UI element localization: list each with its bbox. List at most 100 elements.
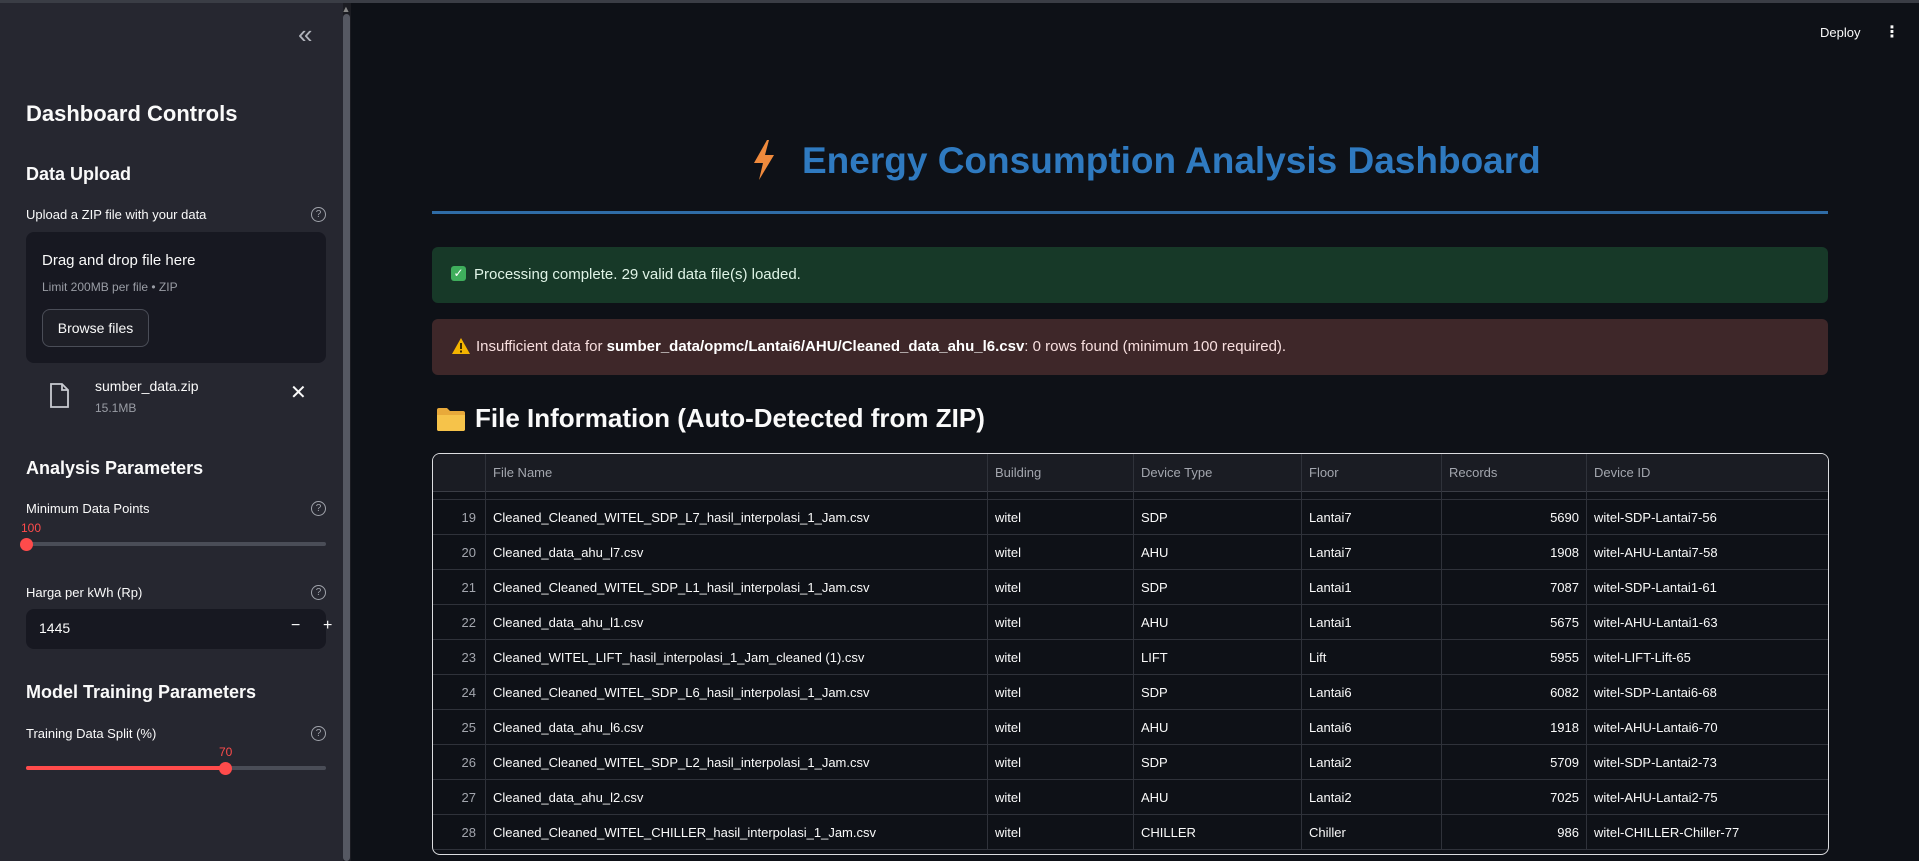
column-header-records[interactable]: Records (1442, 454, 1587, 492)
cell-floor[interactable]: Lantai7 (1302, 535, 1442, 570)
cell-records[interactable]: 5690 (1442, 500, 1587, 535)
column-header-floor[interactable]: Floor (1302, 454, 1442, 492)
cell-records[interactable]: 5955 (1442, 640, 1587, 675)
row-index[interactable]: 19 (433, 500, 486, 535)
cell-device-id[interactable]: witel-AHU-Lantai2-75 (1587, 780, 1828, 815)
cell-floor[interactable]: Lantai6 (1302, 675, 1442, 710)
table-row[interactable]: 19 Cleaned_Cleaned_WITEL_SDP_L7_hasil_int… (433, 500, 1828, 535)
training-split-slider[interactable] (26, 766, 326, 770)
cell-file-name[interactable]: Cleaned_Cleaned_WITEL_SDP_L7_hasil_inter… (486, 500, 988, 535)
cell-building[interactable]: witel (988, 640, 1134, 675)
cell-device-id[interactable]: witel-CHILLER-Chiller-77 (1587, 815, 1828, 850)
help-icon[interactable]: ? (311, 207, 326, 222)
cell-device-id[interactable]: witel-SDP-Lantai1-61 (1587, 570, 1828, 605)
help-icon[interactable]: ? (311, 726, 326, 741)
cell-file-name[interactable]: Cleaned_WITEL_LIFT_hasil_interpolasi_1_J… (486, 640, 988, 675)
cell-file-name[interactable]: Cleaned_data_ahu_l1.csv (486, 605, 988, 640)
help-icon[interactable]: ? (311, 501, 326, 516)
cell-records[interactable]: 1908 (1442, 535, 1587, 570)
cell-building[interactable]: witel (988, 745, 1134, 780)
row-index[interactable]: 20 (433, 535, 486, 570)
row-index[interactable]: 25 (433, 710, 486, 745)
table-row[interactable]: 25 Cleaned_data_ahu_l6.csv witel AHU Lantai6… (433, 710, 1828, 745)
cell-file-name[interactable]: Cleaned_Cleaned_WITEL_SDP_L1_hasil_inter… (486, 570, 988, 605)
cell-records[interactable]: 6082 (1442, 675, 1587, 710)
cell-device-type[interactable]: AHU (1134, 780, 1302, 815)
cell-device-type[interactable]: SDP (1134, 745, 1302, 780)
cell-floor[interactable]: Chiller (1302, 815, 1442, 850)
cell-building[interactable]: witel (988, 815, 1134, 850)
cell-device-type[interactable]: CHILLER (1134, 815, 1302, 850)
file-info-table[interactable]: File Name Building Device Type Floor Rec… (432, 453, 1829, 855)
cell-device-id[interactable]: witel-SDP-Lantai2-73 (1587, 745, 1828, 780)
decrement-button[interactable]: − (291, 617, 300, 635)
min-data-points-slider-handle[interactable] (20, 538, 33, 551)
cell-records[interactable]: 986 (1442, 815, 1587, 850)
help-icon[interactable]: ? (311, 585, 326, 600)
row-index[interactable]: 26 (433, 745, 486, 780)
deploy-button[interactable]: Deploy (1820, 25, 1860, 40)
cell-device-id[interactable]: witel-AHU-Lantai1-63 (1587, 605, 1828, 640)
cell-records[interactable]: 5675 (1442, 605, 1587, 640)
cell-device-id[interactable]: witel-LIFT-Lift-65 (1587, 640, 1828, 675)
table-row[interactable]: 27 Cleaned_data_ahu_l2.csv witel AHU Lantai2… (433, 780, 1828, 815)
cell-device-type[interactable]: AHU (1134, 605, 1302, 640)
cell-floor[interactable]: Lantai2 (1302, 745, 1442, 780)
cell-floor[interactable]: Lantai7 (1302, 500, 1442, 535)
column-header-index[interactable] (433, 454, 486, 492)
table-row[interactable]: 24 Cleaned_Cleaned_WITEL_SDP_L6_hasil_int… (433, 675, 1828, 710)
cell-records[interactable]: 7087 (1442, 570, 1587, 605)
table-row[interactable]: 28 Cleaned_Cleaned_WITEL_CHILLER_hasil_in… (433, 815, 1828, 850)
cell-floor[interactable]: Lantai2 (1302, 780, 1442, 815)
browse-files-button[interactable]: Browse files (42, 309, 149, 347)
collapse-sidebar-icon[interactable]: « (298, 21, 322, 47)
price-per-kwh-input[interactable]: 1445 − + (26, 609, 332, 649)
cell-device-id[interactable]: witel-SDP-Lantai7-56 (1587, 500, 1828, 535)
cell-records[interactable]: 1918 (1442, 710, 1587, 745)
kebab-menu-icon[interactable]: ⋮ (1884, 22, 1900, 42)
cell-floor[interactable]: Lift (1302, 640, 1442, 675)
row-index[interactable]: 27 (433, 780, 486, 815)
table-row[interactable]: 21 Cleaned_Cleaned_WITEL_SDP_L1_hasil_int… (433, 570, 1828, 605)
cell-file-name[interactable]: Cleaned_data_ahu_l6.csv (486, 710, 988, 745)
cell-building[interactable]: witel (988, 710, 1134, 745)
row-index[interactable]: 28 (433, 815, 486, 850)
column-header-file-name[interactable]: File Name (486, 454, 988, 492)
cell-records[interactable]: 7025 (1442, 780, 1587, 815)
row-index[interactable]: 22 (433, 605, 486, 640)
training-split-slider-handle[interactable] (219, 762, 232, 775)
cell-device-type[interactable]: SDP (1134, 675, 1302, 710)
scroll-up-arrow-icon[interactable]: ▲ (340, 3, 352, 15)
column-header-building[interactable]: Building (988, 454, 1134, 492)
table-row[interactable]: 26 Cleaned_Cleaned_WITEL_SDP_L2_hasil_int… (433, 745, 1828, 780)
cell-device-type[interactable]: SDP (1134, 570, 1302, 605)
cell-file-name[interactable]: Cleaned_Cleaned_WITEL_SDP_L6_hasil_inter… (486, 675, 988, 710)
cell-file-name[interactable]: Cleaned_data_ahu_l2.csv (486, 780, 988, 815)
cell-records[interactable]: 5709 (1442, 745, 1587, 780)
cell-device-id[interactable]: witel-AHU-Lantai6-70 (1587, 710, 1828, 745)
min-data-points-slider[interactable] (26, 542, 326, 546)
column-header-device-type[interactable]: Device Type (1134, 454, 1302, 492)
cell-building[interactable]: witel (988, 605, 1134, 640)
cell-device-type[interactable]: AHU (1134, 535, 1302, 570)
cell-device-id[interactable]: witel-AHU-Lantai7-58 (1587, 535, 1828, 570)
cell-floor[interactable]: Lantai1 (1302, 605, 1442, 640)
cell-building[interactable]: witel (988, 570, 1134, 605)
cell-building[interactable]: witel (988, 535, 1134, 570)
cell-file-name[interactable]: Cleaned_Cleaned_WITEL_CHILLER_hasil_inte… (486, 815, 988, 850)
cell-building[interactable]: witel (988, 675, 1134, 710)
file-dropzone[interactable]: Drag and drop file here Limit 200MB per … (26, 232, 326, 363)
cell-device-type[interactable]: AHU (1134, 710, 1302, 745)
cell-floor[interactable]: Lantai1 (1302, 570, 1442, 605)
price-per-kwh-value[interactable]: 1445 (39, 620, 70, 636)
row-index[interactable]: 23 (433, 640, 486, 675)
table-row[interactable]: 20 Cleaned_data_ahu_l7.csv witel AHU Lantai7… (433, 535, 1828, 570)
row-index[interactable]: 24 (433, 675, 486, 710)
sidebar-scrollbar-thumb[interactable] (343, 14, 350, 861)
column-header-device-id[interactable]: Device ID (1587, 454, 1828, 492)
cell-building[interactable]: witel (988, 780, 1134, 815)
cell-file-name[interactable]: Cleaned_Cleaned_WITEL_SDP_L2_hasil_inter… (486, 745, 988, 780)
cell-floor[interactable]: Lantai6 (1302, 710, 1442, 745)
remove-file-icon[interactable]: ✕ (290, 383, 307, 403)
cell-building[interactable]: witel (988, 500, 1134, 535)
